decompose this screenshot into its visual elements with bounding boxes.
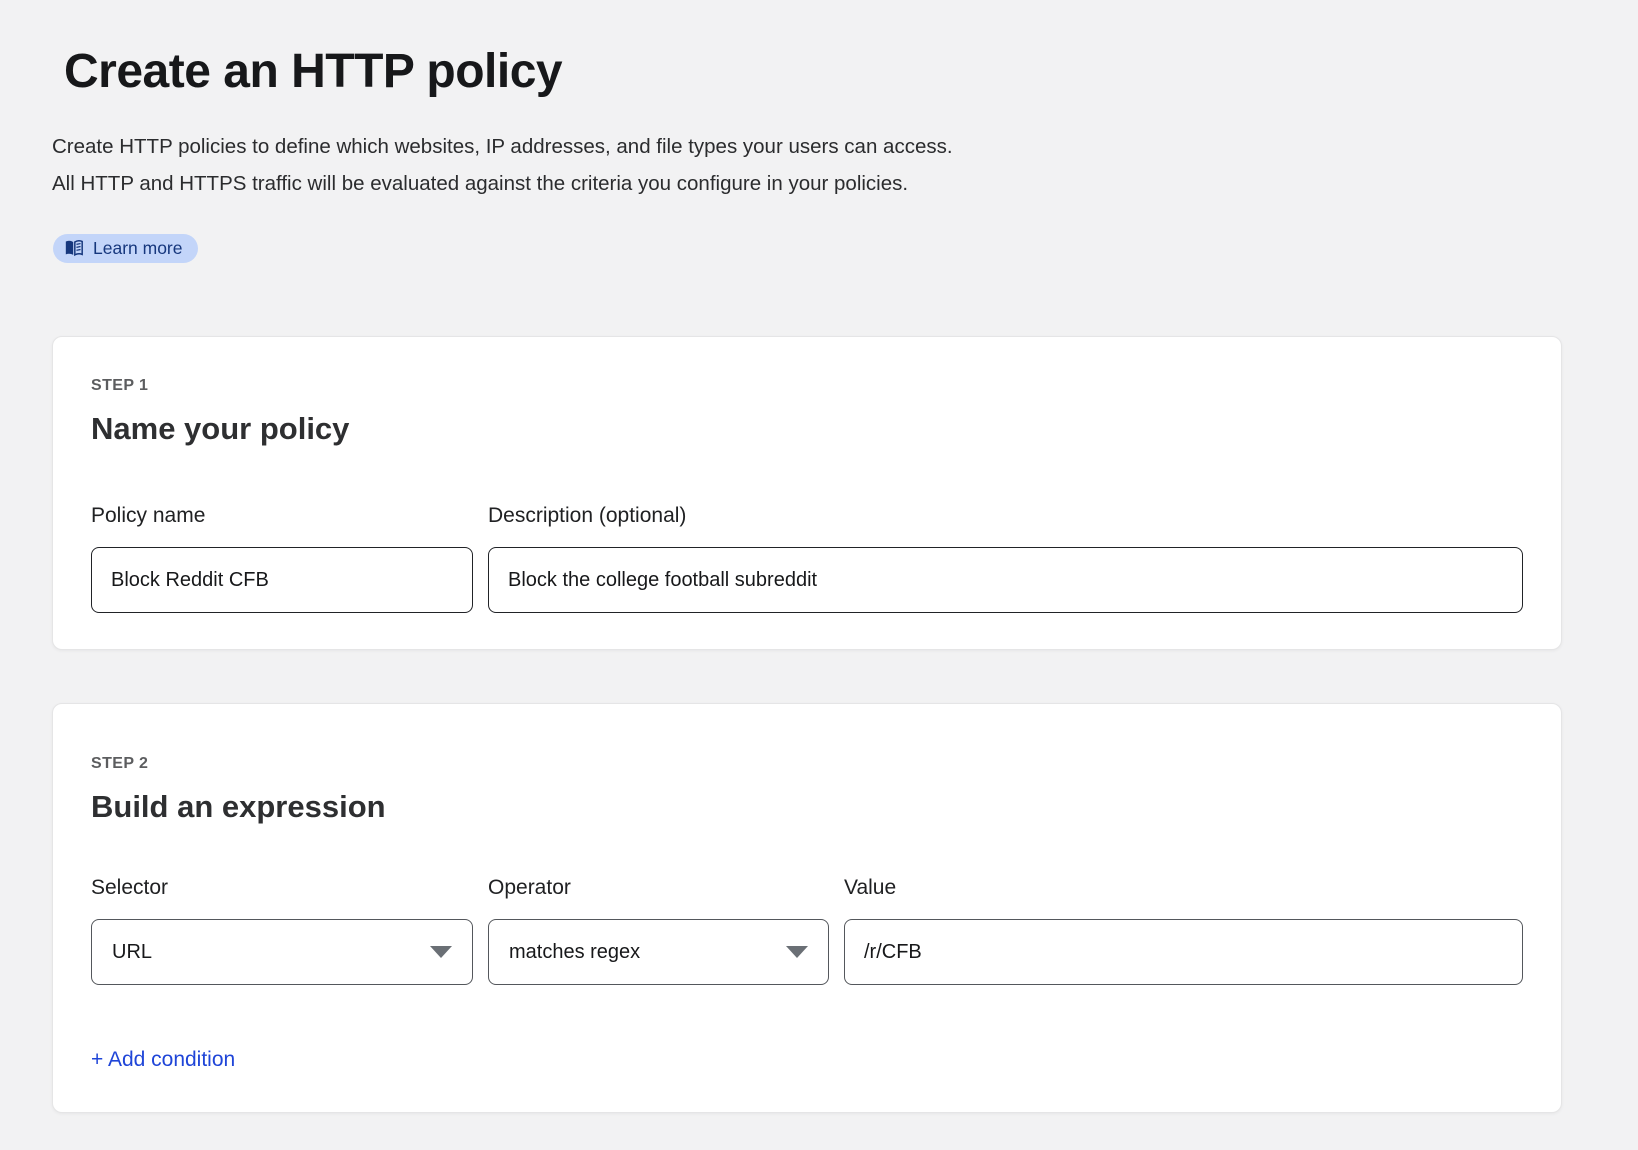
operator-label: Operator [488, 875, 829, 901]
step2-label: STEP 2 [91, 754, 1523, 773]
step2-card: STEP 2 Build an expression Selector URL … [52, 703, 1562, 1113]
page-header: Create an HTTP policy Create HTTP polici… [52, 0, 1562, 263]
operator-dropdown[interactable]: matches regex [488, 919, 829, 985]
step1-card: STEP 1 Name your policy Policy name Desc… [52, 336, 1562, 650]
selector-label: Selector [91, 875, 473, 901]
operator-field: Operator matches regex [488, 875, 829, 985]
step1-label: STEP 1 [91, 376, 1523, 395]
learn-more-button[interactable]: Learn more [53, 234, 198, 263]
policy-description-label: Description (optional) [488, 503, 1523, 529]
step1-heading: Name your policy [91, 410, 1523, 447]
caret-down-icon [786, 946, 808, 958]
selector-field: Selector URL [91, 875, 473, 985]
value-label: Value [844, 875, 1523, 901]
policy-name-label: Policy name [91, 503, 473, 529]
http-policy-page: Create an HTTP policy Create HTTP polici… [0, 0, 1638, 1150]
page-description: Create HTTP policies to define which web… [52, 128, 1562, 202]
selector-value: URL [112, 941, 152, 964]
step1-fields-row: Policy name Description (optional) [91, 503, 1523, 613]
selector-dropdown[interactable]: URL [91, 919, 473, 985]
value-field: Value [844, 875, 1523, 985]
page-title: Create an HTTP policy [64, 0, 1562, 100]
operator-value: matches regex [509, 941, 640, 964]
policy-name-input[interactable] [91, 547, 473, 613]
step2-fields-row: Selector URL Operator matches regex Valu… [91, 875, 1523, 985]
learn-more-label: Learn more [93, 239, 183, 257]
book-icon [64, 239, 84, 257]
caret-down-icon [430, 946, 452, 958]
step2-heading: Build an expression [91, 788, 1523, 825]
policy-name-field: Policy name [91, 503, 473, 613]
value-input[interactable] [844, 919, 1523, 985]
policy-description-input[interactable] [488, 547, 1523, 613]
page-description-line1: Create HTTP policies to define which web… [52, 128, 1562, 165]
add-condition-link[interactable]: + Add condition [91, 1048, 235, 1072]
page-description-line2: All HTTP and HTTPS traffic will be evalu… [52, 165, 1562, 202]
policy-description-field: Description (optional) [488, 503, 1523, 613]
